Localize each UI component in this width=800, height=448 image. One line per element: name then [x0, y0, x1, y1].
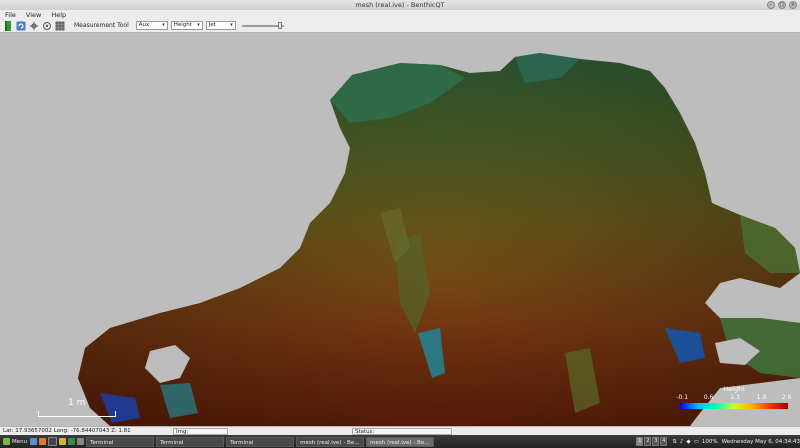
legend-title: Height — [723, 385, 745, 393]
crosshair-icon[interactable] — [29, 21, 39, 31]
start-menu-label: Menu — [12, 438, 28, 445]
battery-level: 100% — [701, 438, 718, 445]
taskbar-window-terminal-3[interactable]: Terminal — [226, 436, 295, 447]
menu-view[interactable]: View — [26, 11, 41, 19]
legend-tick: 2.6 — [781, 394, 792, 401]
scale-bar — [38, 411, 116, 417]
height-legend: Height -0.1 0.6 1.3 1.9 2.6 — [676, 385, 792, 425]
taskbar: Menu Terminal Terminal Terminal mesh (re… — [0, 435, 800, 448]
refresh-icon[interactable] — [16, 21, 26, 31]
aux-select[interactable]: Aux ▾ — [135, 21, 168, 30]
network-icon[interactable]: ⇅ — [672, 439, 677, 445]
legend-tick: 1.3 — [730, 394, 740, 401]
taskbar-window-terminal-1[interactable]: Terminal — [86, 436, 155, 447]
folder-icon[interactable] — [59, 438, 67, 445]
toolbar: Measurement Tool Aux ▾ Height ▾ Jet ▾ — [0, 19, 800, 33]
mesh-render — [78, 53, 800, 426]
close-button[interactable]: × — [789, 1, 797, 9]
window-title: mesh (real.ive) - BenthicQT — [355, 1, 445, 9]
slider-thumb[interactable] — [277, 22, 282, 29]
measurement-tool-label: Measurement Tool — [74, 22, 129, 29]
terminal-icon[interactable] — [48, 437, 58, 446]
workspace-2[interactable]: 2 — [644, 437, 652, 446]
clock[interactable]: Wednesday May 6, 04:34:43 — [722, 439, 800, 445]
scale-label: 1 m — [68, 398, 86, 408]
start-menu-button[interactable]: Menu — [0, 438, 30, 445]
colormap-select[interactable]: Jet ▾ — [205, 21, 236, 30]
browser-icon[interactable] — [39, 438, 47, 445]
menu-file[interactable]: File — [5, 11, 16, 19]
height-select[interactable]: Height ▾ — [170, 21, 203, 30]
legend-tick: -0.1 — [676, 394, 689, 401]
legend-tick: 0.6 — [703, 394, 714, 401]
legend-colorbar — [680, 403, 788, 409]
taskbar-window-terminal-2[interactable]: Terminal — [156, 436, 225, 447]
maximize-button[interactable]: □ — [778, 1, 786, 9]
legend-tick: 1.9 — [756, 394, 767, 401]
coordinate-readout: Lat: 17.93657002 Long: -76.84407043 Z: 1… — [3, 428, 131, 434]
grid-icon[interactable] — [55, 21, 65, 31]
minimize-button[interactable]: – — [767, 1, 775, 9]
open-file-icon[interactable] — [3, 20, 13, 31]
workspace-3[interactable]: 3 — [652, 437, 660, 446]
aux-select-value: Aux — [138, 22, 150, 28]
chevron-down-icon: ▾ — [197, 22, 200, 28]
menu-help[interactable]: Help — [51, 11, 66, 19]
volume-icon[interactable]: ♪ — [680, 439, 684, 445]
battery-icon[interactable]: ▭ — [694, 439, 699, 445]
editor-icon[interactable] — [68, 438, 76, 445]
img-field: Img: — [173, 427, 228, 435]
opacity-slider[interactable] — [241, 21, 284, 30]
status-bar: Lat: 17.93657002 Long: -76.84407043 Z: 1… — [0, 426, 800, 435]
height-select-value: Height — [173, 22, 192, 28]
workspace-1[interactable]: 1 — [636, 437, 644, 446]
shield-icon[interactable]: ◆ — [686, 439, 690, 445]
files-icon[interactable] — [77, 438, 85, 445]
colormap-select-value: Jet — [208, 22, 216, 28]
chevron-down-icon: ▾ — [162, 22, 165, 28]
desktop-icon[interactable] — [30, 438, 38, 445]
workspace-4[interactable]: 4 — [660, 437, 668, 446]
3d-viewport[interactable]: 1 m Height -0.1 0.6 1.3 1.9 2.6 — [0, 33, 800, 426]
menu-bar: File View Help — [0, 10, 800, 19]
target-icon[interactable] — [42, 21, 52, 31]
taskbar-window-mesh-2[interactable]: mesh (real.ive) - Be... — [366, 436, 435, 447]
menu-icon — [3, 438, 10, 445]
status-field: Status: — [352, 427, 452, 435]
chevron-down-icon: ▾ — [230, 22, 233, 28]
taskbar-window-mesh-1[interactable]: mesh (real.ive) - Be... — [296, 436, 365, 447]
